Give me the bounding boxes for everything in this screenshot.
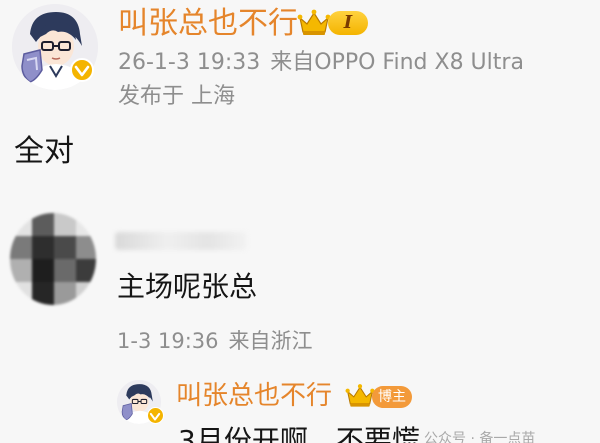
reply-text: 3月份开啊，不要慌 (178, 424, 420, 443)
author-username[interactable]: 叫张总也不行 (118, 6, 298, 42)
crown-icon (345, 383, 375, 409)
comment-source: 来自浙江 (228, 329, 313, 353)
post-source: 来自OPPO Find X8 Ultra (270, 50, 524, 75)
verified-badge-icon (70, 58, 94, 82)
commenter-name-blurred (115, 232, 247, 250)
post-content: 全对 (14, 134, 74, 169)
watermark: 公众号 · 备一点苗 (424, 430, 536, 443)
comment-meta: 1-3 19:36 来自浙江 (117, 327, 313, 355)
post-meta: 26-1-3 19:33 来自OPPO Find X8 Ultra (118, 48, 524, 78)
crown-icon (297, 9, 331, 37)
blogger-badge: 博主 (372, 386, 412, 408)
comment-time: 1-3 19:36 (117, 329, 219, 353)
post-location: 发布于 上海 (118, 84, 235, 109)
post-time: 26-1-3 19:33 (118, 50, 261, 75)
level-badge: I (328, 11, 368, 35)
reply-username[interactable]: 叫张总也不行 (176, 380, 332, 412)
comment-text: 主场呢张总 (117, 270, 258, 303)
commenter-avatar[interactable] (10, 213, 96, 305)
verified-badge-icon (147, 407, 164, 424)
blurred-avatar-icon (10, 213, 96, 305)
